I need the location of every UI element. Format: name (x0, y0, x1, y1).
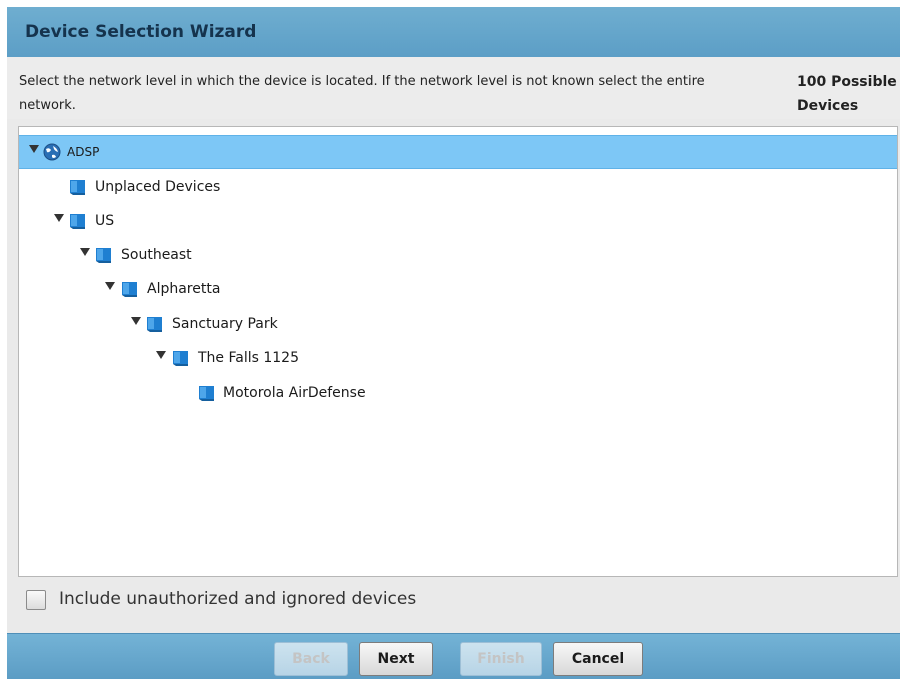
folder-icon (199, 386, 214, 401)
back-button[interactable]: Back (274, 642, 348, 676)
instructions-panel: Select the network level in which the de… (7, 57, 900, 119)
tree-node-label: Alpharetta (147, 281, 221, 297)
tree-node-adsp[interactable]: ADSP (19, 135, 897, 169)
tree-node-label: ADSP (67, 145, 100, 159)
globe-icon (43, 143, 61, 161)
expand-arrow-icon[interactable] (80, 248, 90, 256)
include-unauthorized-checkbox[interactable] (26, 590, 46, 610)
next-button[interactable]: Next (359, 642, 433, 676)
tree-node-motorola-airdefense[interactable]: Motorola AirDefense (19, 377, 897, 411)
folder-icon (70, 214, 85, 229)
tree-node-the-falls-1125[interactable]: The Falls 1125 (19, 342, 897, 376)
tree-node-label: Motorola AirDefense (223, 385, 366, 401)
finish-button[interactable]: Finish (460, 642, 542, 676)
expand-arrow-icon[interactable] (105, 282, 115, 290)
tree-node-label: The Falls 1125 (198, 350, 299, 366)
folder-icon (96, 248, 111, 263)
tree-node-label: Southeast (121, 247, 192, 263)
expand-arrow-icon[interactable] (54, 214, 64, 222)
tree-node-sanctuary-park[interactable]: Sanctuary Park (19, 308, 897, 342)
dialog-title: Device Selection Wizard (25, 22, 257, 42)
title-bar: Device Selection Wizard (7, 7, 900, 58)
folder-icon (70, 180, 85, 195)
tree-node-southeast[interactable]: Southeast (19, 239, 897, 273)
folder-icon (122, 282, 137, 297)
possible-devices-count: 100 Possible Devices (797, 74, 897, 114)
folder-icon (173, 351, 188, 366)
tree-node-label: US (95, 213, 115, 229)
tree-node-alpharetta[interactable]: Alpharetta (19, 273, 897, 307)
tree-node-unplaced-devices[interactable]: Unplaced Devices (19, 171, 897, 205)
device-selection-wizard-dialog: Device Selection Wizard Select the netwo… (7, 7, 900, 679)
tree-node-label: Sanctuary Park (172, 316, 278, 332)
wizard-footer: Back Next Finish Cancel (7, 633, 900, 679)
tree-node-us[interactable]: US (19, 205, 897, 239)
tree-node-label: Unplaced Devices (95, 179, 221, 195)
expand-arrow-icon[interactable] (156, 351, 166, 359)
instructions-text: Select the network level in which the de… (19, 74, 705, 113)
include-unauthorized-label[interactable]: Include unauthorized and ignored devices (59, 589, 416, 609)
folder-icon (147, 317, 162, 332)
network-tree[interactable]: ADSP Unplaced Devices US Southeast Alpha… (18, 126, 898, 577)
expand-arrow-icon[interactable] (29, 145, 39, 153)
expand-arrow-icon[interactable] (131, 317, 141, 325)
cancel-button[interactable]: Cancel (553, 642, 643, 676)
